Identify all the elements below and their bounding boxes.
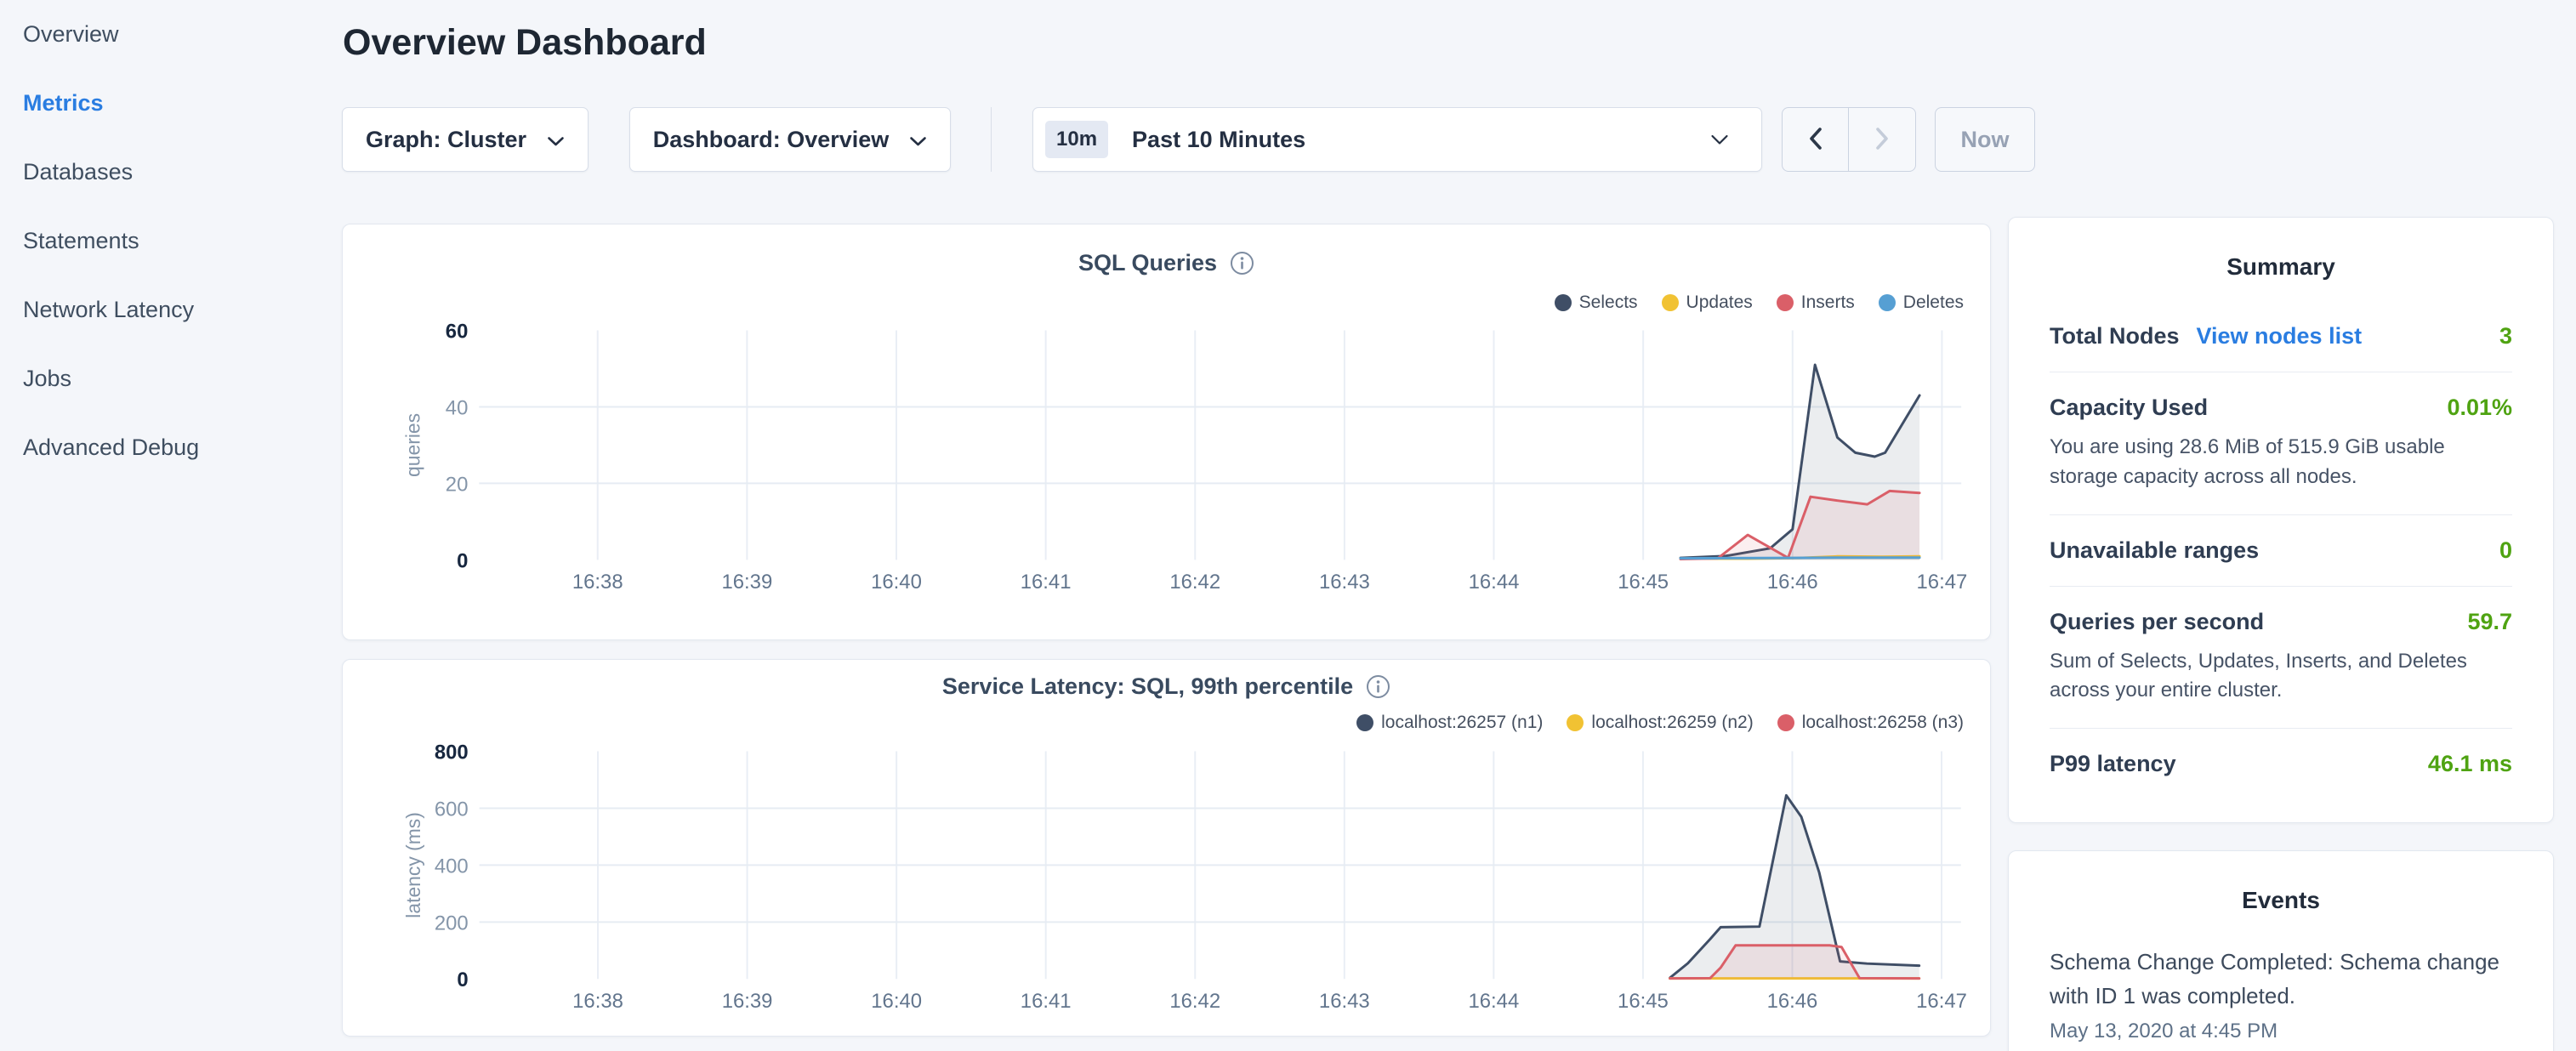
svg-text:200: 200 [435,912,469,935]
chevron-right-icon [1875,127,1890,153]
time-back-button[interactable] [1783,108,1849,171]
chevron-down-icon [909,127,927,153]
sidebar-item-overview[interactable]: Overview [0,0,340,69]
svg-text:16:45: 16:45 [1618,990,1669,1013]
svg-text:0: 0 [457,969,468,991]
summary-row-p99-latency: P99 latency 46.1 ms [2050,729,2512,799]
summary-row-capacity: Capacity Used 0.01% You are using 28.6 M… [2050,372,2512,514]
svg-text:16:47: 16:47 [1916,990,1967,1013]
graph-scope-dropdown[interactable]: Graph: Cluster [342,107,589,172]
svg-text:16:40: 16:40 [871,571,922,594]
sidebar-item-network-latency[interactable]: Network Latency [0,276,340,344]
time-step-buttons [1782,107,1916,172]
svg-text:16:42: 16:42 [1169,571,1220,594]
time-range-label: Past 10 Minutes [1132,127,1305,153]
svg-text:16:40: 16:40 [871,990,922,1013]
summary-panel: Summary Total Nodes View nodes list 3 Ca… [2008,217,2554,823]
svg-text:16:43: 16:43 [1319,571,1370,594]
svg-text:16:39: 16:39 [721,571,772,594]
total-nodes-value: 3 [2499,323,2512,349]
qps-value: 59.7 [2467,609,2512,635]
unavailable-ranges-value: 0 [2499,537,2512,564]
qps-label: Queries per second [2050,609,2264,635]
svg-text:16:41: 16:41 [1021,571,1072,594]
chevron-down-icon [1710,134,1729,145]
qps-desc: Sum of Selects, Updates, Inserts, and De… [2050,647,2512,707]
svg-text:16:41: 16:41 [1021,990,1072,1013]
summary-row-total-nodes: Total Nodes View nodes list 3 [2050,311,2512,372]
service-latency-plot: 16:38 16:39 16:40 16:41 16:42 16:43 16:44 16:45… [343,660,1990,1036]
svg-text:0: 0 [457,549,468,572]
chevron-left-icon [1808,127,1823,153]
controls-bar: Graph: Cluster Dashboard: Overview 10m P… [342,107,2035,172]
sql-queries-plot: 16:38 16:39 16:40 16:41 16:42 16:43 16:44 16:45… [343,224,1990,639]
svg-text:queries: queries [402,413,424,477]
svg-text:60: 60 [446,320,469,343]
dashboard-label: Dashboard: Overview [653,127,890,153]
db-console-app: Overview Metrics Databases Statements Ne… [0,0,2576,1051]
svg-text:16:38: 16:38 [572,990,623,1013]
graph-scope-label: Graph: Cluster [366,127,526,153]
svg-text:400: 400 [435,855,469,878]
sidebar-item-advanced-debug[interactable]: Advanced Debug [0,413,340,482]
page-title: Overview Dashboard [343,22,707,64]
event-timestamp: May 13, 2020 at 4:45 PM [2050,1020,2512,1043]
view-nodes-list-link[interactable]: View nodes list [2197,323,2363,349]
svg-text:40: 40 [446,396,469,419]
svg-text:800: 800 [435,741,469,764]
time-range-dropdown[interactable]: 10m Past 10 Minutes [1032,107,1762,172]
svg-text:16:43: 16:43 [1319,990,1370,1013]
event-text: Schema Change Completed: Schema change w… [2050,945,2512,1014]
svg-text:16:46: 16:46 [1767,571,1818,594]
capacity-value: 0.01% [2447,395,2512,421]
svg-text:20: 20 [446,473,469,496]
unavailable-ranges-label: Unavailable ranges [2050,537,2259,564]
events-title: Events [2050,887,2512,914]
summary-row-qps: Queries per second 59.7 Sum of Selects, … [2050,587,2512,729]
svg-text:16:42: 16:42 [1169,990,1220,1013]
controls-divider [991,107,992,172]
svg-text:16:44: 16:44 [1468,990,1519,1013]
svg-text:16:38: 16:38 [572,571,623,594]
svg-text:16:44: 16:44 [1469,571,1520,594]
svg-text:latency (ms): latency (ms) [402,812,424,918]
sidebar-item-databases[interactable]: Databases [0,138,340,207]
service-latency-chart-card: Service Latency: SQL, 99th percentile lo… [342,659,1991,1037]
svg-text:16:47: 16:47 [1917,571,1968,594]
svg-text:16:45: 16:45 [1618,571,1669,594]
summary-title: Summary [2050,253,2512,281]
p99-latency-label: P99 latency [2050,751,2176,777]
p99-latency-value: 46.1 ms [2428,751,2512,777]
events-panel: Events Schema Change Completed: Schema c… [2008,850,2554,1051]
chevron-down-icon [547,127,565,153]
capacity-desc: You are using 28.6 MiB of 515.9 GiB usab… [2050,433,2512,492]
event-item: Schema Change Completed: Schema change w… [2050,945,2512,1043]
time-forward-button[interactable] [1849,108,1915,171]
sidebar-item-jobs[interactable]: Jobs [0,344,340,413]
sidebar-item-metrics[interactable]: Metrics [0,69,340,138]
sidebar-item-statements[interactable]: Statements [0,207,340,276]
svg-text:16:39: 16:39 [722,990,773,1013]
svg-text:600: 600 [435,798,469,821]
summary-row-unavailable-ranges: Unavailable ranges 0 [2050,515,2512,586]
dashboard-dropdown[interactable]: Dashboard: Overview [629,107,951,172]
capacity-label: Capacity Used [2050,395,2208,421]
svg-text:16:46: 16:46 [1767,990,1818,1013]
now-button[interactable]: Now [1935,107,2035,172]
sidebar: Overview Metrics Databases Statements Ne… [0,0,340,1051]
time-range-badge: 10m [1045,121,1108,158]
total-nodes-label: Total Nodes [2050,323,2180,349]
sql-queries-chart-card: SQL Queries SelectsUpdatesInsertsDeletes… [342,224,1991,640]
